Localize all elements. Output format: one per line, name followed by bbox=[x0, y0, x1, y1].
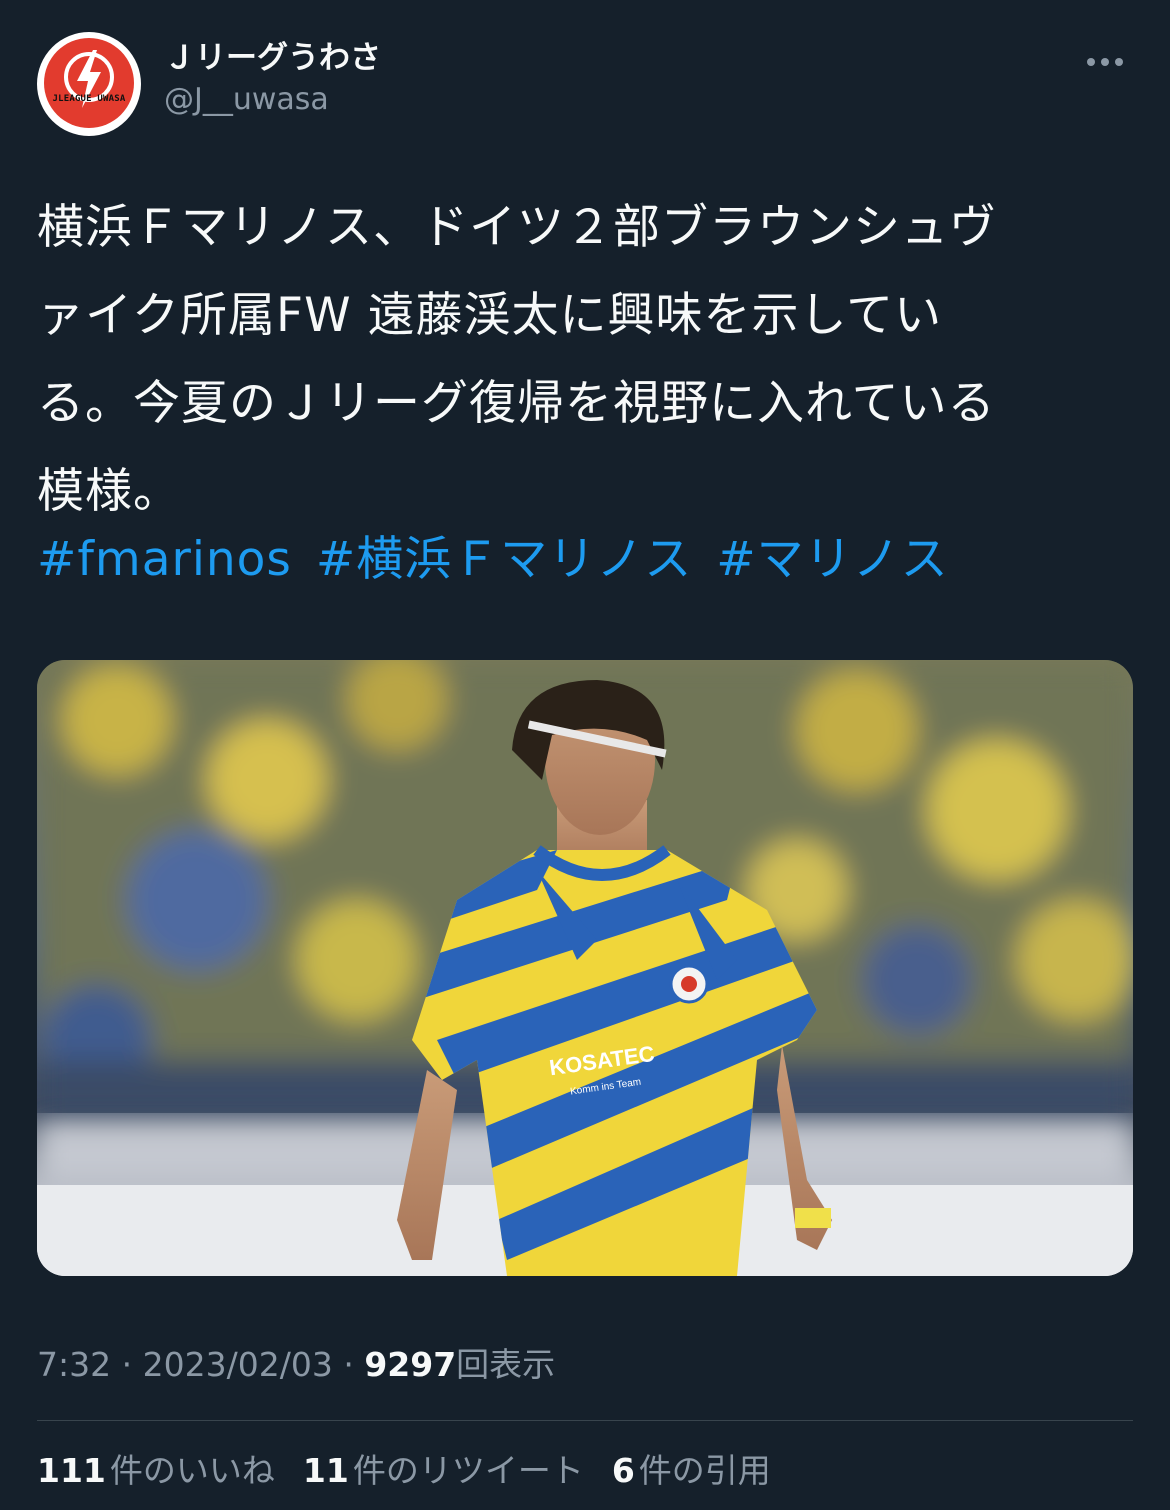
views-label: 回表示 bbox=[456, 1345, 556, 1384]
quotes-label: 件の引用 bbox=[638, 1451, 771, 1490]
avatar-logo-text: JLEAGUE UWASA bbox=[52, 94, 126, 104]
display-name[interactable]: Ｊリーグうわさ bbox=[164, 38, 381, 78]
retweets-stat[interactable]: 11 件のリツイート bbox=[303, 1444, 584, 1498]
likes-count: 111 bbox=[37, 1451, 106, 1490]
more-options-icon[interactable] bbox=[1083, 50, 1127, 74]
tweet-header: JLEAGUE UWASA Ｊリーグうわさ @J__uwasa bbox=[37, 32, 1137, 142]
hashtag-link[interactable]: #fmarinos bbox=[37, 532, 292, 587]
author-names: Ｊリーグうわさ @J__uwasa bbox=[164, 38, 381, 120]
retweets-count: 11 bbox=[302, 1451, 349, 1490]
tweet-meta: 7:32 · 2023/02/03 · 9297回表示 bbox=[37, 1340, 555, 1390]
tweet-time[interactable]: 7:32 bbox=[37, 1345, 111, 1384]
meta-separator: · bbox=[121, 1345, 133, 1384]
tweet-text: 横浜Ｆマリノス、ドイツ２部ブラウンシュヴ ァイク所属FW 遠藤渓太に興味を示して… bbox=[37, 200, 997, 519]
engagement-stats: 111 件のいいね 11 件のリツイート 6 件の引用 bbox=[37, 1444, 771, 1498]
retweets-label: 件のリツイート bbox=[352, 1451, 584, 1490]
avatar[interactable]: JLEAGUE UWASA bbox=[37, 32, 141, 136]
lightning-bolt-icon bbox=[64, 50, 114, 108]
divider bbox=[37, 1420, 1133, 1421]
user-handle[interactable]: @J__uwasa bbox=[164, 80, 381, 120]
quotes-stat[interactable]: 6 件の引用 bbox=[612, 1444, 771, 1498]
hashtag-link[interactable]: #マリノス bbox=[716, 532, 948, 587]
likes-label: 件のいいね bbox=[109, 1451, 275, 1490]
quotes-count: 6 bbox=[611, 1451, 635, 1490]
likes-stat[interactable]: 111 件のいいね bbox=[37, 1444, 275, 1498]
photo-illustration: KOSATEC Komm ins Team bbox=[37, 660, 1133, 1276]
tweet-date[interactable]: 2023/02/03 bbox=[143, 1345, 333, 1384]
dot bbox=[1087, 58, 1095, 66]
hashtags: #fmarinos #横浜Ｆマリノス #マリノス bbox=[37, 516, 957, 604]
dot bbox=[1101, 58, 1109, 66]
views-count: 9297 bbox=[364, 1345, 457, 1384]
hashtag-link[interactable]: #横浜Ｆマリノス bbox=[316, 532, 692, 587]
tweet-photo[interactable]: KOSATEC Komm ins Team bbox=[37, 660, 1133, 1276]
dot bbox=[1115, 58, 1123, 66]
meta-separator: · bbox=[343, 1345, 354, 1384]
